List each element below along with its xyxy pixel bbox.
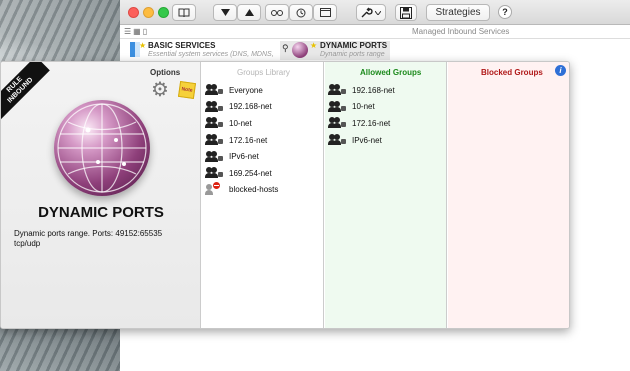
group-label: blocked-hosts [229,185,279,195]
group-icon [205,117,223,129]
list-item[interactable]: 10-net [205,115,278,132]
list-item[interactable]: blocked-hosts [205,181,279,199]
list-item[interactable]: 172.16-net [328,115,395,132]
list-item[interactable]: Everyone [205,82,278,99]
tab-dynamic-ports[interactable]: ⚲ ★ DYNAMIC PORTS Dynamic ports range [280,41,390,60]
group-icon [205,100,223,113]
help-button[interactable]: ? [498,5,512,19]
titlebar: Strategies ? [120,0,630,25]
list-item[interactable]: IPv6-net [205,148,278,165]
group-label: 169.254-net [229,168,272,178]
allowed-groups-list: 192.168-net 10-net 172.16-net IPv6-net [328,82,395,148]
save-button[interactable] [395,4,417,21]
clock-icon [296,8,306,17]
description-line: tcp/udp [14,239,41,248]
tab-title: DYNAMIC PORTS [320,41,388,50]
close-window-button[interactable] [128,7,139,18]
group-icon [328,117,346,129]
globe-icon [292,42,308,58]
group-icon [328,134,346,146]
allowed-groups-column[interactable]: Allowed Groups 192.168-net 10-net 172.16… [325,62,447,328]
rule-panel: RULE INBOUND Options ⚙ Note DYNAMIC PORT… [0,61,570,329]
globe-icon [54,100,150,196]
groups-library-list: Everyone 192.168-net 10-net 172.16-net I… [205,82,278,198]
timer-button[interactable] [289,4,313,21]
list-view-icon[interactable]: ☰ [124,27,131,36]
grid-view-icon[interactable]: ▦ [133,27,141,36]
detail-view-icon[interactable]: ▯ [143,27,147,36]
note-label: Note [181,86,193,94]
group-icon [205,84,223,96]
minimize-window-button[interactable] [143,7,154,18]
globe-grid-icon [57,103,147,193]
options-label: Options [150,68,181,77]
group-icon [328,84,346,96]
rule-title: DYNAMIC PORTS [38,204,164,221]
tab-basic-services[interactable]: ★ BASIC SERVICES Essential system servic… [130,41,280,67]
triangle-up-icon [244,9,254,16]
group-icon [205,134,223,146]
group-label: 192.168-net [229,102,272,112]
strategies-button[interactable]: Strategies [426,4,490,21]
group-label: Everyone [229,85,263,95]
list-item[interactable]: IPv6-net [328,132,395,149]
service-tabs: ★ BASIC SERVICES Essential system servic… [130,41,630,67]
tab-title: BASIC SERVICES [148,41,216,50]
groups-library-column[interactable]: Groups Library Everyone 192.168-net 10-n… [202,62,324,328]
window-icon [319,8,331,17]
note-icon[interactable]: Note [177,80,197,100]
subbar: ☰ ▦ ▯ Managed Inbound Services [120,25,630,39]
managed-services-label: Managed Inbound Services [412,27,510,36]
gear-icon[interactable]: ⚙ [151,80,169,100]
blocked-user-icon [205,181,223,196]
list-item[interactable]: 172.16-net [205,132,278,149]
list-item[interactable]: 10-net [328,99,395,116]
move-up-button[interactable] [237,4,261,21]
groups-library-header: Groups Library [237,68,290,77]
star-icon: ★ [310,41,318,50]
floppy-disk-icon [400,6,412,19]
group-label: 10-net [352,102,375,112]
zoom-window-button[interactable] [158,7,169,18]
group-label: 172.16-net [229,135,268,145]
group-label: 10-net [229,118,252,128]
connections-button[interactable] [265,4,289,21]
info-icon[interactable]: i [555,65,566,76]
list-item[interactable]: 192.168-net [205,99,278,116]
blocked-groups-column[interactable]: Blocked Groups i [448,62,569,328]
rule-ribbon: RULE INBOUND [1,62,50,120]
library-book-button[interactable] [172,4,196,21]
tools-menu-button[interactable] [356,4,386,21]
rule-info-pane: RULE INBOUND Options ⚙ Note DYNAMIC PORT… [1,62,201,328]
group-icon [328,100,346,113]
allowed-groups-header: Allowed Groups [360,68,422,77]
blocked-groups-header: Blocked Groups [481,68,543,77]
triangle-down-icon [220,9,230,16]
book-icon [178,8,190,17]
star-icon: ★ [139,41,147,50]
group-label: IPv6-net [352,135,382,145]
chevron-down-icon [375,10,381,15]
list-item[interactable]: 169.254-net [205,165,278,182]
group-icon [205,150,223,163]
group-label: 172.16-net [352,118,391,128]
window-button[interactable] [313,4,337,21]
description-line: Dynamic ports range. Ports: 49152:65535 [14,229,163,238]
group-label: 192.168-net [352,85,395,95]
group-icon [205,167,223,179]
move-down-button[interactable] [213,4,237,21]
connections-icon [271,9,283,16]
rule-description: Dynamic ports range. Ports: 49152:65535 … [14,229,162,249]
view-mode-toggle[interactable]: ☰ ▦ ▯ [124,27,147,36]
magnifier-icon: ⚲ [282,43,289,53]
group-label: IPv6-net [229,152,259,162]
tab-subtitle: Dynamic ports range [320,51,385,58]
wrench-icon [361,7,373,18]
list-item[interactable]: 192.168-net [328,82,395,99]
